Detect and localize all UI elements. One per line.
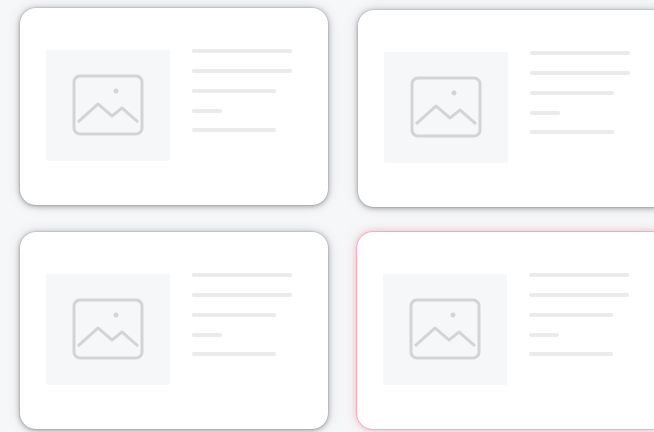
text-line — [192, 69, 292, 73]
text-line — [192, 293, 292, 297]
text-line — [529, 333, 559, 337]
text-line — [530, 51, 630, 55]
text-line — [530, 130, 614, 134]
text-line — [192, 89, 276, 93]
text-line — [529, 273, 629, 277]
text-line — [529, 352, 613, 356]
content-card[interactable] — [20, 8, 328, 205]
text-line — [192, 352, 276, 356]
image-placeholder-icon — [409, 298, 481, 360]
text-line — [530, 111, 560, 115]
content-card[interactable] — [358, 10, 654, 207]
image-placeholder-icon — [410, 76, 482, 138]
content-card[interactable] — [20, 232, 328, 429]
image-placeholder-icon — [72, 298, 144, 360]
text-line — [530, 91, 614, 95]
image-placeholder-icon — [72, 74, 144, 136]
card-thumbnail — [46, 274, 170, 385]
text-line — [192, 109, 222, 113]
text-line — [192, 128, 276, 132]
text-line — [530, 71, 630, 75]
text-line — [192, 313, 276, 317]
text-line — [192, 333, 222, 337]
card-grid — [0, 0, 654, 432]
text-line — [529, 293, 629, 297]
card-thumbnail — [46, 50, 170, 161]
card-thumbnail — [383, 274, 507, 385]
text-line — [192, 273, 292, 277]
content-card-selected[interactable] — [357, 232, 654, 429]
card-thumbnail — [384, 52, 508, 163]
text-line — [192, 49, 292, 53]
text-line — [529, 313, 613, 317]
